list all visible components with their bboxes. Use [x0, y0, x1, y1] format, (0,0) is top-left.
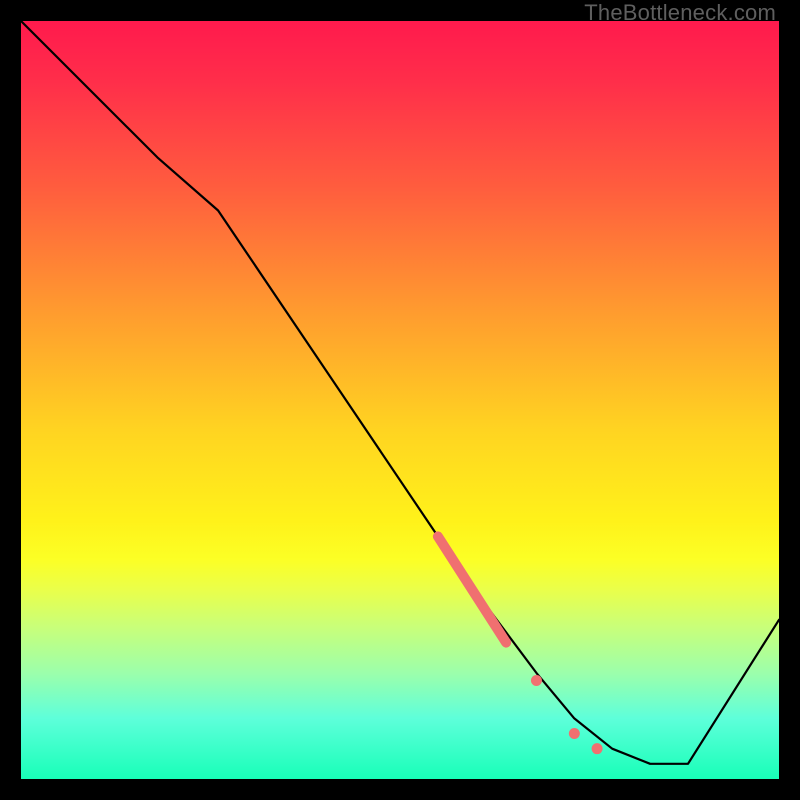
curve-line — [21, 21, 779, 764]
highlight-segment — [438, 536, 506, 642]
chart-svg — [21, 21, 779, 779]
highlight-dot — [592, 743, 603, 754]
highlight-dot — [569, 728, 580, 739]
highlight-dot — [531, 675, 542, 686]
